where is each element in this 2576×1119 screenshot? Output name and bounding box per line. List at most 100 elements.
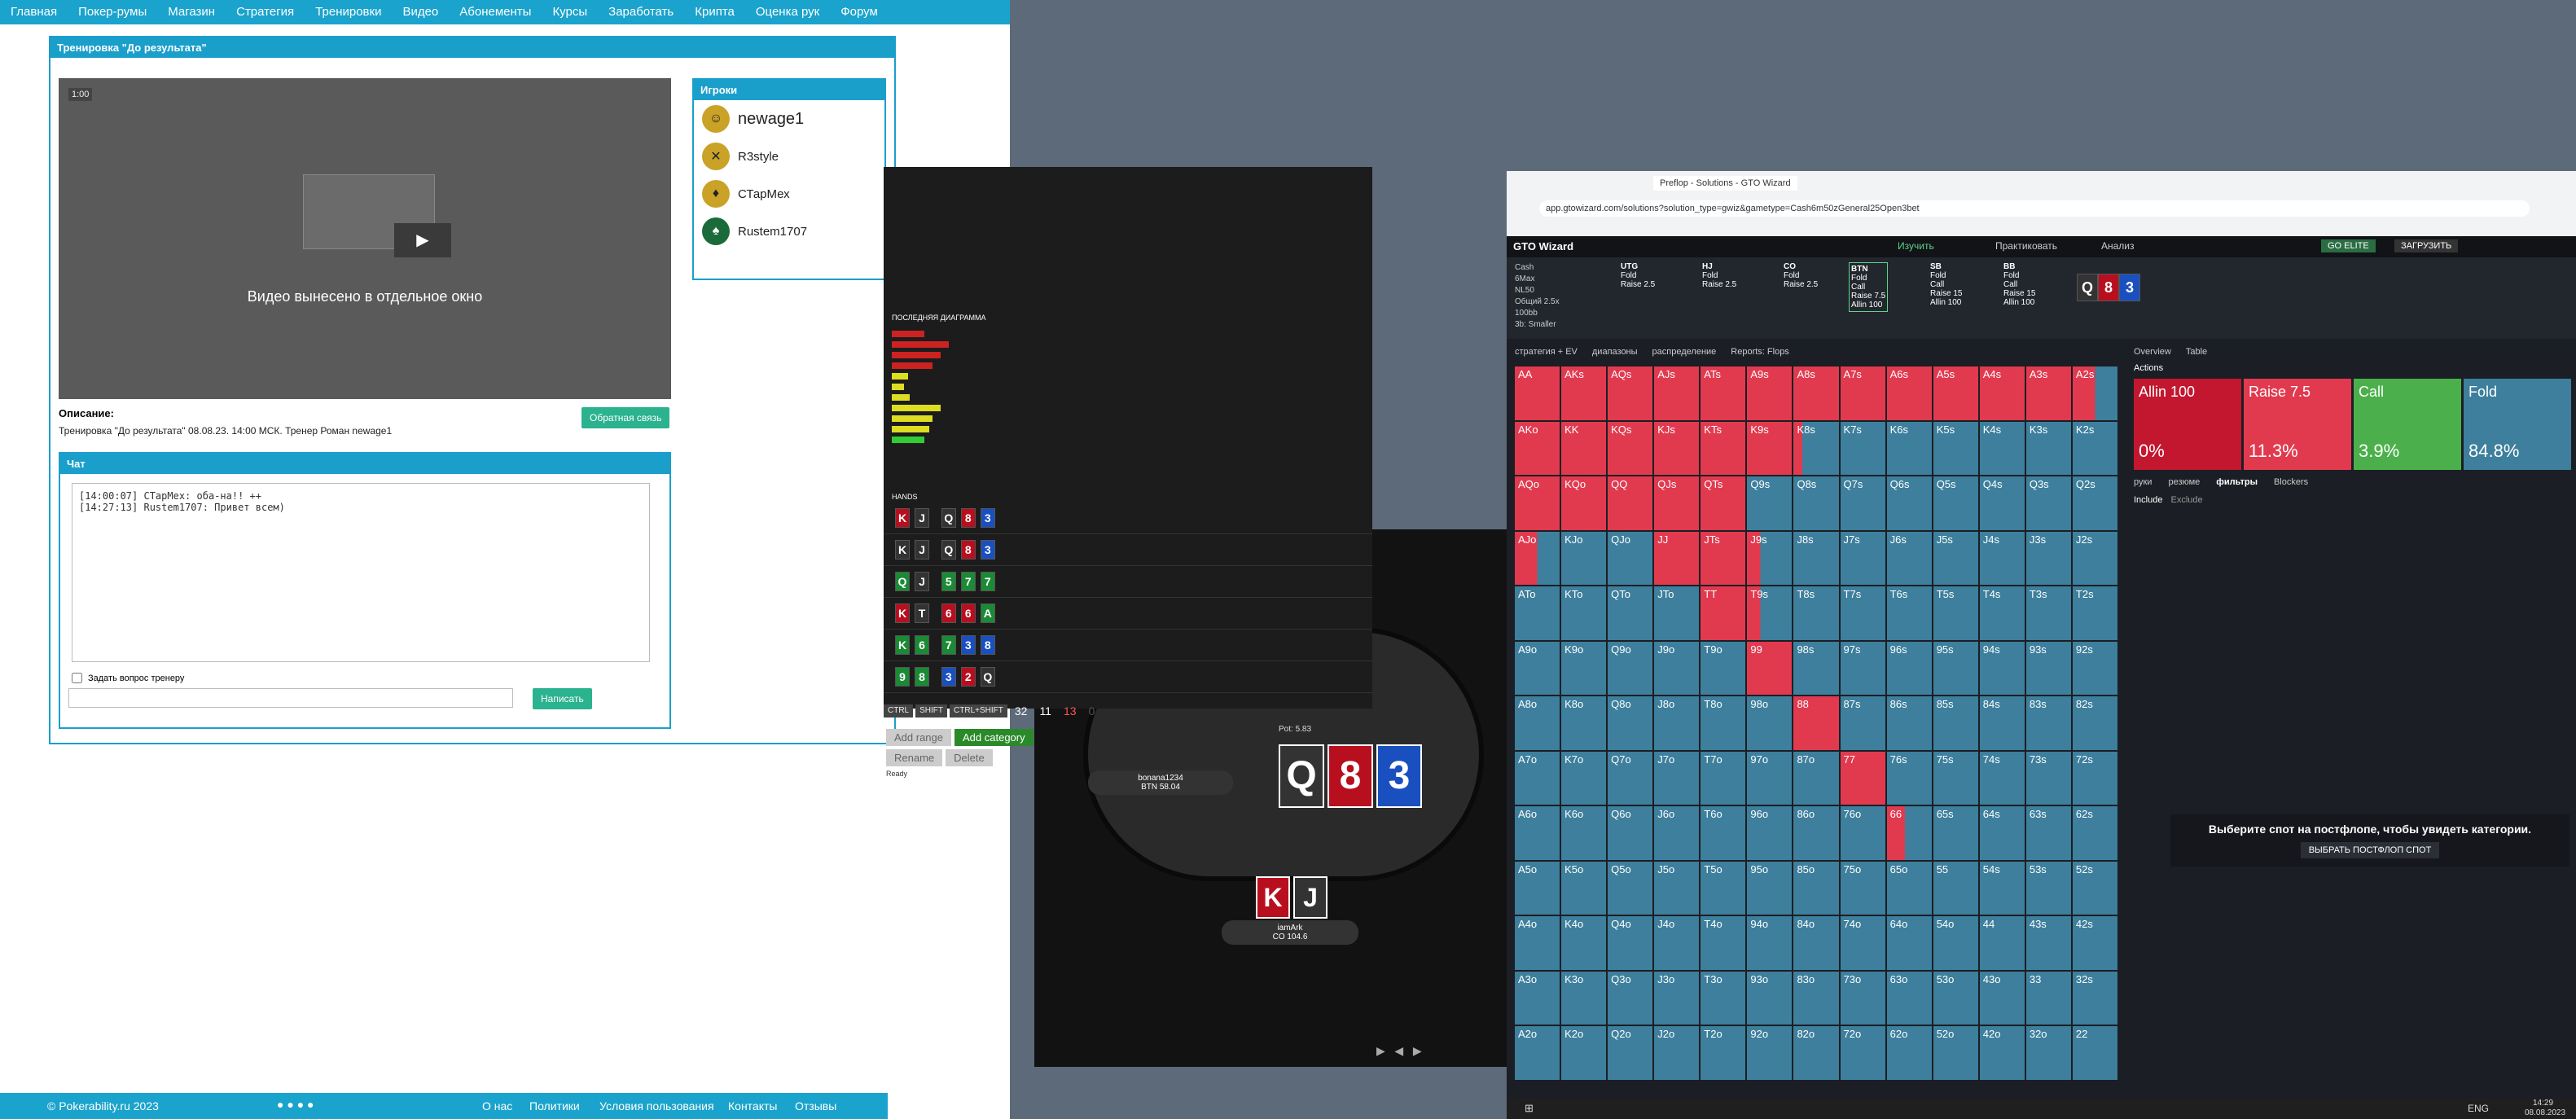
hand-cell[interactable]: 64o [1886,916,1932,970]
hand-cell[interactable]: 77 [1840,751,1885,805]
hand-cell[interactable]: Q8o [1608,696,1653,750]
go-elite-button[interactable]: GO ELITE [2321,239,2376,252]
hand-cell[interactable]: T3s [2025,586,2071,640]
hand-cell[interactable]: 55 [1933,861,1978,915]
chat-input[interactable] [68,688,513,708]
hand-cell[interactable]: 52o [1933,1026,1978,1080]
hand-cell[interactable]: A9s [1747,366,1793,420]
hand-cell[interactable]: J6o [1654,806,1700,860]
hand-cell[interactable]: JJ [1654,531,1700,586]
hand-cell[interactable]: 94s [1979,641,2025,696]
hand-cell[interactable]: JTs [1701,531,1746,586]
hand-cell[interactable]: JTo [1654,586,1700,640]
hand-cell[interactable]: 43s [2025,916,2071,970]
hand-cell[interactable]: 65o [1886,861,1932,915]
tab-reports[interactable]: Reports: Flops [1731,347,1789,357]
hand-row[interactable]: K6 738 [884,630,1372,661]
hand-cell[interactable]: 76o [1840,806,1885,860]
add-category-button[interactable]: Add category [954,729,1033,746]
hand-cell[interactable]: K8o [1561,696,1607,750]
hand-cell[interactable]: Q9s [1747,476,1793,530]
hand-cell[interactable]: A6o [1515,806,1560,860]
social-icons[interactable]: ● ● ● ● [277,1098,314,1111]
hand-cell[interactable]: Q2o [1608,1026,1653,1080]
nav-link[interactable]: Курсы [542,0,598,24]
position-co[interactable]: CO Fold Raise 2.5 [1784,262,1818,289]
hand-cell[interactable]: AQo [1515,476,1560,530]
hand-cell[interactable]: K7s [1840,421,1885,476]
hand-cell[interactable]: AQs [1608,366,1653,420]
replay-controls[interactable]: ▶ ◀ ▶ [1376,1044,1422,1058]
hand-cell[interactable]: Q6s [1886,476,1932,530]
hand-cell[interactable]: K4o [1561,916,1607,970]
hand-cell[interactable]: 74o [1840,916,1885,970]
hand-cell[interactable]: T8o [1701,696,1746,750]
position-hj[interactable]: HJ Fold Raise 2.5 [1702,262,1736,289]
player-item[interactable]: ♦ СТарМех [694,175,884,213]
hand-cell[interactable]: ATo [1515,586,1560,640]
windows-icon[interactable]: ⊞ [1525,1102,1534,1115]
hand-cell[interactable]: QQ [1608,476,1653,530]
hand-cell[interactable]: 43o [1979,971,2025,1025]
hand-cell[interactable]: 87o [1793,751,1839,805]
hand-cell[interactable]: 33 [2025,971,2071,1025]
hand-cell[interactable]: 62o [1886,1026,1932,1080]
hand-cell[interactable]: 52s [2072,861,2117,915]
hand-cell[interactable]: A2o [1515,1026,1560,1080]
hand-cell[interactable]: J5s [1933,531,1978,586]
play-icon[interactable]: ▶ [394,223,451,257]
hand-cell[interactable]: 82o [1793,1026,1839,1080]
hand-cell[interactable]: QJo [1608,531,1653,586]
actions-label[interactable]: Actions [2134,363,2163,373]
hand-cell[interactable]: 83o [1793,971,1839,1025]
hand-cell[interactable]: J2s [2072,531,2117,586]
hand-cell[interactable]: 83s [2025,696,2071,750]
footer-link[interactable]: Условия пользования [599,1099,714,1112]
hand-cell[interactable]: K9s [1747,421,1793,476]
hand-cell[interactable]: ATs [1701,366,1746,420]
hand-cell[interactable]: 74s [1979,751,2025,805]
hand-cell[interactable]: 64s [1979,806,2025,860]
hand-cell[interactable]: KJo [1561,531,1607,586]
hand-cell[interactable]: KTs [1701,421,1746,476]
hand-cell[interactable]: Q4o [1608,916,1653,970]
nav-link[interactable]: Главная [0,0,68,24]
hand-cell[interactable]: A2s [2072,366,2117,420]
hand-cell[interactable]: Q7o [1608,751,1653,805]
hand-cell[interactable]: 84s [1979,696,2025,750]
tab-strategy[interactable]: стратегия + EV [1515,347,1578,357]
nav-analyze[interactable]: Анализ [2101,240,2135,252]
hand-cell[interactable]: 73s [2025,751,2071,805]
hand-cell[interactable]: 65s [1933,806,1978,860]
nav-link[interactable]: Крипта [684,0,745,24]
nav-practice[interactable]: Практиковать [1995,240,2057,252]
hand-cell[interactable]: 54s [1979,861,2025,915]
hand-cell[interactable]: 94o [1747,916,1793,970]
hand-cell[interactable]: A5s [1933,366,1978,420]
hand-cell[interactable]: Q8s [1793,476,1839,530]
choose-postflop-button[interactable]: ВЫБРАТЬ ПОСТФЛОП СПОТ [2300,842,2440,858]
hand-cell[interactable]: T4o [1701,916,1746,970]
hand-cell[interactable]: K5s [1933,421,1978,476]
nav-link[interactable]: Тренировки [305,0,392,24]
nav-link[interactable]: Видео [392,0,449,24]
hand-cell[interactable]: A9o [1515,641,1560,696]
hand-cell[interactable]: K5o [1561,861,1607,915]
hand-cell[interactable]: 96s [1886,641,1932,696]
action-allin[interactable]: Allin 100 0% [2134,379,2241,470]
hand-cell[interactable]: 92s [2072,641,2117,696]
footer-link[interactable]: Отзывы [795,1099,836,1112]
hand-row[interactable]: KT 66A [884,598,1372,630]
hand-cell[interactable]: A5o [1515,861,1560,915]
hand-cell[interactable]: 53o [1933,971,1978,1025]
hand-cell[interactable]: 85s [1933,696,1978,750]
hand-cell[interactable]: J4s [1979,531,2025,586]
hand-cell[interactable]: 62s [2072,806,2117,860]
hand-cell[interactable]: 82s [2072,696,2117,750]
hand-cell[interactable]: T3o [1701,971,1746,1025]
hand-cell[interactable]: 75s [1933,751,1978,805]
villain-seat[interactable]: bonana1234 BTN 58.04 [1088,770,1233,795]
hand-cell[interactable]: A6s [1886,366,1932,420]
hand-cell[interactable]: TT [1701,586,1746,640]
send-button[interactable]: Написать [533,688,592,709]
